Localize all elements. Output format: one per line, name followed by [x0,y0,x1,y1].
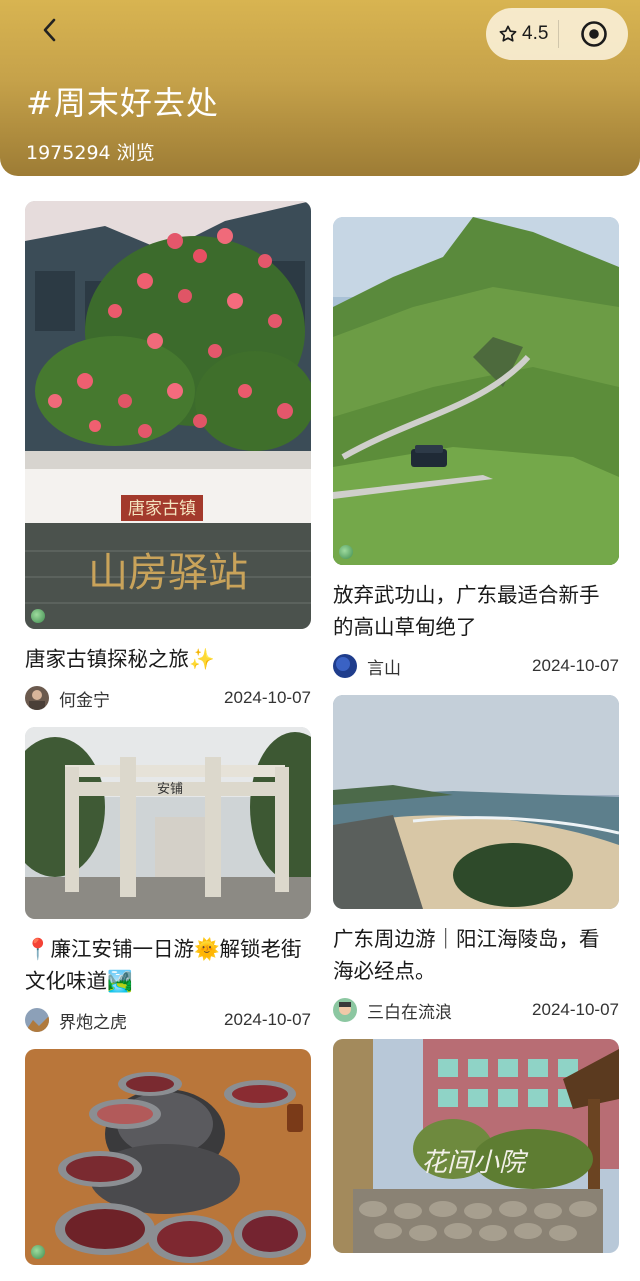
post-author[interactable]: 何金宁 [25,686,110,711]
post-date: 2024-10-07 [532,1000,619,1019]
post-meta: 三白在流浪 2024-10-07 [333,997,619,1023]
view-count: 1975294 浏览 [26,142,155,164]
target-icon [580,21,607,47]
avatar [25,686,49,710]
close-mini-program-button[interactable] [559,20,628,48]
rating-value: 4.5 [522,23,549,44]
source-badge-icon [31,1245,45,1259]
star-icon [499,25,517,42]
source-badge-icon [31,609,45,623]
author-name: 何金宁 [59,690,110,711]
image-sign-text: 花间小院 [421,1148,529,1178]
post-image[interactable] [333,695,619,909]
post-date: 2024-10-07 [532,656,619,675]
author-name: 言山 [367,658,401,679]
post-date: 2024-10-07 [224,1010,311,1029]
post-card[interactable]: 广东周边游｜阳江海陵岛，看海必经点。 三白在流浪 2024-10-07 [333,695,619,1023]
post-title[interactable]: 唐家古镇探秘之旅✨ [25,643,311,675]
avatar [333,998,357,1022]
post-card[interactable]: 花间小院 [333,1039,619,1253]
post-meta: 界炮之虎 2024-10-07 [25,1007,311,1033]
post-card[interactable]: 安铺 📍廉江安铺一日游🌞解锁老街文化味道🏞️ 界炮之虎 2024-10-07 [25,727,311,1033]
post-author[interactable]: 三白在流浪 [333,998,452,1023]
post-image[interactable]: 唐家古镇 山房驿站 [25,201,311,629]
post-card[interactable]: 唐家古镇 山房驿站 唐家古镇探秘之旅✨ 何金宁 2024-10-07 [25,201,311,711]
image-sign-text: 唐家古镇 [128,498,196,519]
image-sign-text: 山房驿站 [88,550,248,596]
post-image[interactable] [333,217,619,565]
avatar [333,654,357,678]
author-name: 三白在流浪 [367,1002,452,1023]
post-meta: 何金宁 2024-10-07 [25,685,311,711]
source-badge-icon [339,545,353,559]
post-author[interactable]: 言山 [333,654,401,679]
feed-column-left: 唐家古镇 山房驿站 唐家古镇探秘之旅✨ 何金宁 2024-10-07 安铺 📍廉… [25,201,311,1281]
mini-program-capsule: 4.5 [486,8,628,60]
chevron-left-icon [43,18,56,42]
post-image[interactable] [25,1049,311,1265]
post-meta: 言山 2024-10-07 [333,653,619,679]
rating-button[interactable]: 4.5 [486,23,558,45]
topic-header: 4.5 #周末好去处 1975294 浏览 [0,0,640,176]
author-name: 界炮之虎 [59,1012,127,1033]
post-author[interactable]: 界炮之虎 [25,1008,127,1033]
post-title[interactable]: 📍廉江安铺一日游🌞解锁老街文化味道🏞️ [25,933,311,997]
post-title[interactable]: 放弃武功山，广东最适合新手的高山草甸绝了 [333,579,619,643]
post-title[interactable]: 广东周边游｜阳江海陵岛，看海必经点。 [333,923,619,987]
post-card[interactable] [25,1049,311,1265]
avatar [25,1008,49,1032]
back-button[interactable] [32,12,68,48]
topic-title: #周末好去处 [26,84,219,122]
post-image[interactable]: 花间小院 [333,1039,619,1253]
feed-column-right: 放弃武功山，广东最适合新手的高山草甸绝了 言山 2024-10-07 广东周边游… [333,217,619,1269]
post-date: 2024-10-07 [224,688,311,707]
post-image[interactable]: 安铺 [25,727,311,919]
image-sign-text: 安铺 [157,782,183,797]
post-card[interactable]: 放弃武功山，广东最适合新手的高山草甸绝了 言山 2024-10-07 [333,217,619,679]
